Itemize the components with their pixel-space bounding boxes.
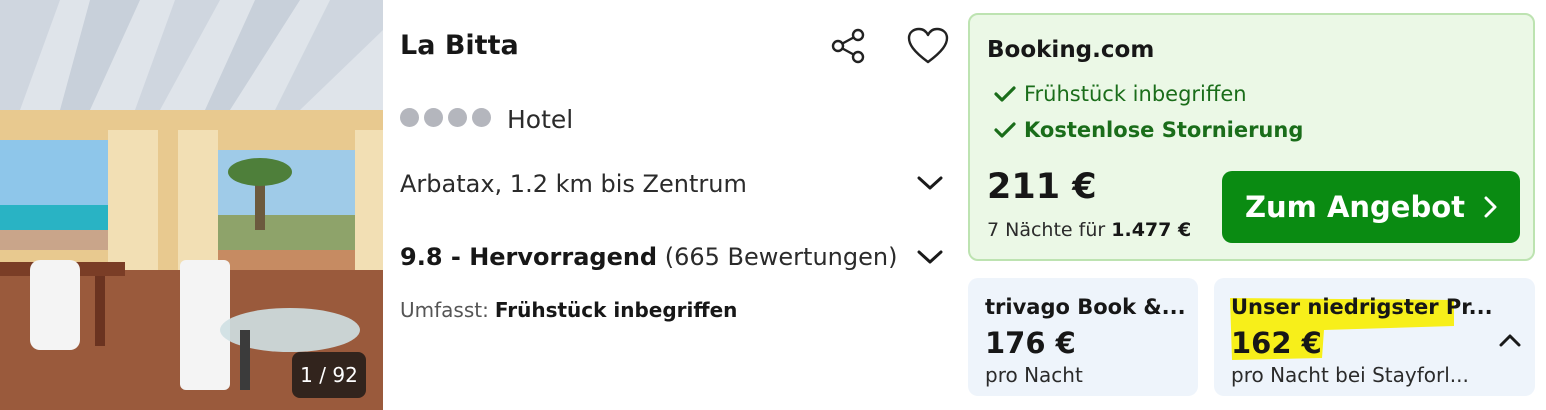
chevron-up-icon — [1499, 334, 1521, 347]
lowest-price-value: 162 € — [1231, 326, 1322, 360]
chevron-right-icon — [1484, 196, 1497, 218]
star-rating — [400, 108, 491, 127]
chevron-down-icon — [917, 250, 943, 264]
alt-offer-card[interactable]: trivago Book &... 176 € pro Nacht — [968, 278, 1198, 396]
deal-total-value: 1.477 € — [1111, 219, 1192, 241]
hotel-room-image — [0, 0, 383, 410]
rating-expand-button[interactable] — [913, 242, 947, 272]
checkmark-icon — [994, 86, 1016, 102]
star-dot — [472, 108, 491, 127]
deal-provider: Booking.com — [987, 37, 1155, 63]
checkmark-icon — [994, 122, 1016, 138]
rating-count: (665 Bewertungen) — [664, 243, 898, 271]
alt-offer-subtext: pro Nacht — [985, 363, 1083, 387]
alt-offer-price: 176 € — [985, 326, 1076, 360]
location-expand-button[interactable] — [913, 168, 947, 198]
rating-summary: 9.8 - Hervorragend (665 Bewertungen) — [400, 243, 897, 271]
lowest-price-label: Unser niedrigster Pr... — [1231, 295, 1491, 319]
deal-total-prefix: 7 Nächte für — [987, 219, 1106, 241]
hotel-name[interactable]: La Bitta — [400, 30, 519, 61]
heart-icon — [907, 27, 949, 64]
view-deal-button[interactable]: Zum Angebot — [1222, 171, 1520, 243]
chevron-down-icon — [917, 176, 943, 190]
star-dot — [424, 108, 443, 127]
hotel-type: Hotel — [507, 105, 574, 134]
includes-label: Umfasst: — [400, 298, 489, 322]
view-deal-label: Zum Angebot — [1244, 190, 1466, 224]
hotel-info: La Bitta Hotel Arbatax, 1.2 km bis Zentr… — [383, 0, 963, 410]
star-dot — [448, 108, 467, 127]
hotel-location: Arbatax, 1.2 km bis Zentrum — [400, 170, 747, 198]
includes-info: Umfasst: Frühstück inbegriffen — [400, 298, 737, 322]
share-icon — [831, 28, 865, 64]
rating-score: 9.8 - Hervorragend — [400, 243, 658, 271]
photo-counter: 1 / 92 — [292, 352, 366, 398]
deal-total: 7 Nächte für 1.477 € — [987, 219, 1191, 241]
deal-perk-cancellation: Kostenlose Stornierung — [994, 118, 1303, 142]
deal-perk-label: Kostenlose Stornierung — [1024, 118, 1304, 142]
includes-value: Frühstück inbegriffen — [494, 298, 738, 322]
deal-price: 211 € — [987, 167, 1097, 207]
main-deal-card[interactable]: Booking.com Frühstück inbegriffen Kosten… — [968, 13, 1535, 261]
collapse-offers-button[interactable] — [1494, 326, 1526, 354]
share-button[interactable] — [827, 24, 871, 68]
lowest-price-card[interactable]: Unser niedrigster Pr... 162 € pro Nacht … — [1214, 278, 1535, 396]
deal-perk-label: Frühstück inbegriffen — [1024, 82, 1247, 106]
alt-offer-provider: trivago Book &... — [985, 295, 1185, 319]
deal-perk-breakfast: Frühstück inbegriffen — [994, 82, 1247, 106]
star-dot — [400, 108, 419, 127]
hotel-photo[interactable]: 1 / 92 — [0, 0, 383, 410]
favorite-button[interactable] — [905, 24, 951, 68]
lowest-price-subtext: pro Nacht bei Stayforl... — [1231, 363, 1469, 387]
